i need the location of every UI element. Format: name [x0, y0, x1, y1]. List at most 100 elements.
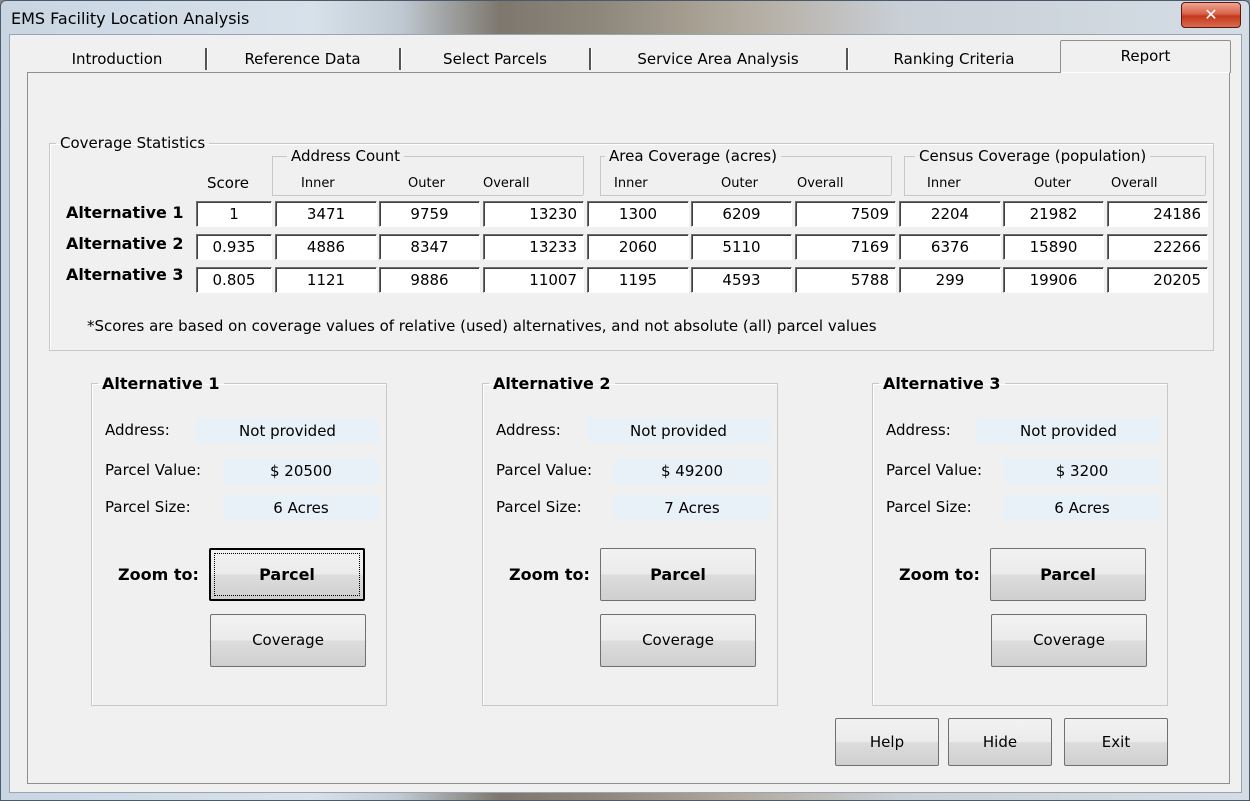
stat-cell: 4886: [275, 234, 377, 260]
column-header: Outer: [721, 176, 758, 191]
zoom-coverage-button[interactable]: Coverage: [600, 614, 756, 667]
stat-cell: 15890: [1003, 234, 1104, 260]
stat-cell: 1195: [587, 267, 689, 293]
zoom-parcel-button[interactable]: Parcel: [990, 548, 1146, 601]
zoom-parcel-button[interactable]: Parcel: [600, 548, 756, 601]
stat-cell: 11007: [483, 267, 584, 293]
column-header: Inner: [301, 176, 335, 191]
column-header: Overall: [797, 176, 844, 191]
stat-cell: 6209: [691, 201, 792, 227]
parcel-size-label: Parcel Size:: [886, 498, 972, 516]
area-coverage-title: Area Coverage (acres): [605, 147, 781, 165]
alternative-title: Alternative 2: [493, 374, 611, 393]
zoom-coverage-button[interactable]: Coverage: [210, 614, 366, 667]
title-bar: EMS Facility Location Analysis ✕: [1, 1, 1249, 34]
stat-cell: 22266: [1107, 234, 1208, 260]
stat-cell: 5110: [691, 234, 792, 260]
window-title: EMS Facility Location Analysis: [11, 9, 250, 28]
alternative-title: Alternative 1: [102, 374, 220, 393]
tab-strip: Introduction Reference Data Select Parce…: [28, 40, 1231, 73]
column-header: Outer: [408, 176, 445, 191]
stat-cell: 7169: [795, 234, 896, 260]
census-coverage-title: Census Coverage (population): [915, 147, 1151, 165]
tab-reference-data[interactable]: Reference Data: [208, 45, 397, 72]
stat-cell: 6376: [899, 234, 1001, 260]
hide-button[interactable]: Hide: [948, 718, 1052, 766]
tab-introduction[interactable]: Introduction: [28, 45, 206, 72]
parcel-value-label: Parcel Value:: [496, 461, 593, 479]
zoom-to-label: Zoom to:: [118, 565, 199, 584]
stat-cell: 4593: [691, 267, 792, 293]
stat-cell: 19906: [1003, 267, 1104, 293]
parcel-size: 7 Acres: [614, 495, 770, 521]
row-label-alternative-2: Alternative 2: [66, 234, 184, 253]
parcel-size: 6 Acres: [223, 495, 379, 521]
stat-cell: 9759: [379, 201, 480, 227]
address-label: Address:: [496, 421, 561, 439]
address-count-frame: [272, 156, 273, 195]
parcel-value: $ 20500: [223, 458, 379, 484]
score-cell: 0.935: [196, 234, 272, 260]
address-label: Address:: [886, 421, 951, 439]
stat-cell: 13230: [483, 201, 584, 227]
stat-cell: 3471: [275, 201, 377, 227]
app-window: EMS Facility Location Analysis ✕ Introdu…: [0, 0, 1250, 801]
stat-cell: 13233: [483, 234, 584, 260]
address-value: Not provided: [196, 418, 379, 444]
address-value: Not provided: [587, 418, 770, 444]
close-icon[interactable]: ✕: [1181, 2, 1241, 28]
tab-ranking-criteria[interactable]: Ranking Criteria: [849, 45, 1059, 72]
parcel-value: $ 3200: [1004, 458, 1160, 484]
row-label-alternative-3: Alternative 3: [66, 265, 184, 284]
address-value: Not provided: [977, 418, 1160, 444]
tab-page-border: [27, 72, 1061, 73]
parcel-size: 6 Acres: [1004, 495, 1160, 521]
row-label-alternative-1: Alternative 1: [66, 203, 184, 222]
area-coverage-frame: [891, 156, 892, 195]
parcel-value: $ 49200: [614, 458, 770, 484]
column-header: Outer: [1034, 176, 1071, 191]
address-label: Address:: [105, 421, 170, 439]
stat-cell: 5788: [795, 267, 896, 293]
stat-cell: 2204: [899, 201, 1001, 227]
parcel-value-label: Parcel Value:: [886, 461, 983, 479]
score-header: Score: [207, 174, 250, 192]
parcel-size-label: Parcel Size:: [496, 498, 582, 516]
exit-button[interactable]: Exit: [1064, 718, 1168, 766]
area-coverage-frame: [600, 195, 891, 196]
coverage-statistics-title: Coverage Statistics: [60, 134, 206, 152]
stat-cell: 2060: [587, 234, 689, 260]
scores-footnote: *Scores are based on coverage values of …: [87, 317, 877, 335]
stat-cell: 8347: [379, 234, 480, 260]
column-header: Inner: [614, 176, 648, 191]
score-cell: 1: [196, 201, 272, 227]
stat-cell: 21982: [1003, 201, 1104, 227]
stat-cell: 1300: [587, 201, 689, 227]
zoom-to-label: Zoom to:: [899, 565, 980, 584]
census-coverage-frame: [904, 195, 1205, 196]
stat-cell: 7509: [795, 201, 896, 227]
tab-select-parcels[interactable]: Select Parcels: [402, 45, 588, 72]
census-coverage-frame: [1205, 156, 1206, 195]
column-header: Overall: [483, 176, 530, 191]
score-cell: 0.805: [196, 267, 272, 293]
address-count-title: Address Count: [287, 147, 405, 165]
zoom-coverage-button[interactable]: Coverage: [991, 614, 1147, 667]
zoom-to-label: Zoom to:: [509, 565, 590, 584]
help-button[interactable]: Help: [835, 718, 939, 766]
address-count-frame: [583, 156, 584, 195]
stat-cell: 24186: [1107, 201, 1208, 227]
tab-service-area-analysis[interactable]: Service Area Analysis: [592, 45, 844, 72]
area-coverage-frame: [600, 156, 601, 195]
stat-cell: 299: [899, 267, 1001, 293]
column-header: Inner: [927, 176, 961, 191]
zoom-parcel-button[interactable]: Parcel: [209, 548, 365, 601]
tab-report[interactable]: Report: [1060, 40, 1231, 73]
parcel-value-label: Parcel Value:: [105, 461, 202, 479]
census-coverage-frame: [904, 156, 905, 195]
stat-cell: 9886: [379, 267, 480, 293]
address-count-frame: [272, 195, 583, 196]
stat-cell: 1121: [275, 267, 377, 293]
alternative-title: Alternative 3: [883, 374, 1001, 393]
parcel-size-label: Parcel Size:: [105, 498, 191, 516]
